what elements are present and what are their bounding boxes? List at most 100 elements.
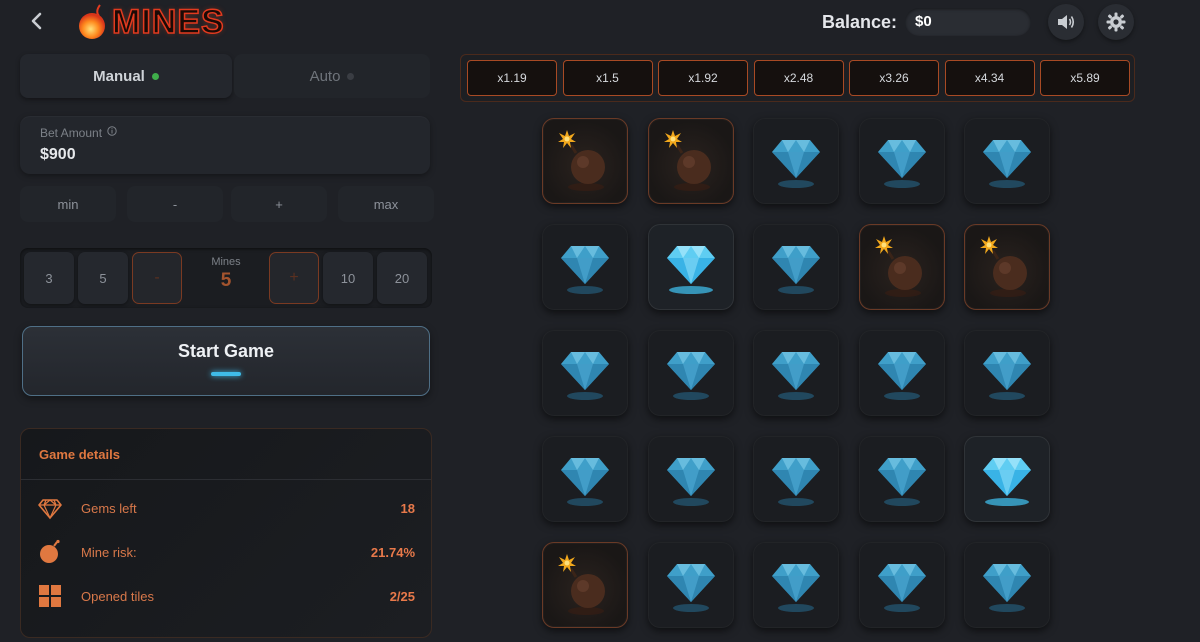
gem-icon [983,458,1031,506]
tab-manual[interactable]: Manual [20,54,232,98]
detail-value: 18 [400,501,415,516]
grid-tile-gem[interactable] [542,330,628,416]
tab-auto-label: Auto [309,67,341,85]
grid-tile-gem[interactable] [858,542,945,628]
bet-amount-field[interactable]: Bet Amount $900 [20,116,430,174]
mines-decrement-button[interactable]: - [132,252,182,304]
grid-tile-gem[interactable] [542,436,628,522]
bet-amount-label-text: Bet Amount [40,126,103,140]
grid-tile-gem[interactable] [964,330,1050,416]
gem-icon [983,140,1031,188]
grid-tile-bomb[interactable] [542,118,628,204]
grid-tile-bomb[interactable] [858,224,945,310]
grid-tile-bomb[interactable] [542,542,628,628]
gem-icon [666,564,715,612]
gem-icon [561,246,609,294]
tab-auto[interactable]: Auto [234,54,430,98]
mines-selector: 3 5 - Mines 5 + 10 20 [20,248,432,308]
bet-min-button[interactable]: min [20,186,116,222]
gem-icon [877,352,926,400]
detail-label: Gems left [81,501,137,516]
multiplier-chip: x1.5 [562,60,653,96]
back-button[interactable] [22,6,52,36]
multiplier-bar: x1.19 x1.5 x1.92 x2.48 x3.26 x4.34 x5.89 [460,54,1135,102]
grid-tile-bomb[interactable] [647,118,734,204]
mines-option-3[interactable]: 3 [24,252,74,304]
mines-option-label: 20 [394,270,410,286]
grid-tile-gem[interactable] [964,542,1050,628]
mines-option-10[interactable]: 10 [323,252,373,304]
multiplier-label: x4.34 [974,71,1005,85]
gem-icon [666,352,715,400]
bet-decrease-label: - [172,196,178,212]
multiplier-chip: x1.19 [467,60,557,96]
detail-value: 21.74% [370,545,415,560]
bomb-icon [663,130,711,191]
grid-tile-gem[interactable] [858,436,945,522]
grid-tile-bomb[interactable] [964,224,1050,310]
bet-amount-value[interactable]: $900 [40,146,76,164]
multiplier-chip: x5.89 [1040,60,1130,96]
multiplier-label: x5.89 [1070,71,1100,85]
gem-icon [772,352,820,400]
multiplier-label: x1.92 [688,71,718,85]
mines-option-label: 10 [340,270,356,286]
gem-icon [561,458,609,506]
grid-tile-gem[interactable] [753,224,839,310]
multiplier-chip: x4.34 [944,60,1035,96]
gem-icon [772,140,820,188]
balance-value: $0 [905,8,1032,36]
gem-icon [983,352,1031,400]
mines-option-20[interactable]: 20 [377,252,427,304]
game-details-title: Game details [39,447,120,462]
gem-icon [877,564,926,612]
start-indicator [211,371,241,376]
grid-tile-gem[interactable] [647,224,734,310]
bomb-icon [40,539,60,563]
active-dot-icon [151,72,159,80]
tab-manual-label: Manual [93,67,145,85]
grid-tile-gem[interactable] [753,118,839,204]
detail-label: Opened tiles [81,589,154,604]
bet-increase-label: + [275,196,283,212]
bet-max-button[interactable]: max [338,186,434,222]
settings-button[interactable] [1098,4,1134,40]
chevron-left-icon [31,12,42,30]
mines-increment-button[interactable]: + [269,252,319,304]
grid-tile-gem[interactable] [964,118,1050,204]
gem-icon [666,458,715,506]
bet-amount-label: Bet Amount [40,126,118,140]
mines-count: Mines 5 [186,256,266,292]
bomb-icon [874,236,922,297]
grid-tile-gem[interactable] [753,542,839,628]
grid-tile-gem[interactable] [964,436,1050,522]
start-game-button[interactable]: Start Game [22,326,430,396]
detail-label: Mine risk: [81,545,137,560]
multiplier-chip: x3.26 [849,60,939,96]
grid-tile-gem[interactable] [858,330,945,416]
inactive-dot-icon [347,72,355,80]
mines-option-label: 3 [45,270,53,286]
multiplier-label: x3.26 [879,71,909,85]
bet-decrease-button[interactable]: - [127,186,223,222]
bet-max-label: max [373,196,399,212]
grid-tile-gem[interactable] [858,118,945,204]
grid-tile-gem[interactable] [647,542,734,628]
logo: MINES [76,2,225,42]
grid-tile-gem[interactable] [753,330,839,416]
mines-option-5[interactable]: 5 [78,252,128,304]
gem-icon [772,564,820,612]
grid-tile-gem[interactable] [647,330,734,416]
multiplier-label: x1.5 [596,71,619,85]
bet-increase-button[interactable]: + [231,186,327,222]
sound-button[interactable] [1048,4,1084,40]
grid-tile-gem[interactable] [647,436,734,522]
detail-row-gems-left: Gems left 18 [21,493,431,523]
grid-tile-gem[interactable] [753,436,839,522]
gem-icon [772,458,820,506]
logo-text: MINES [111,2,225,42]
mines-label: Mines [211,256,241,268]
grid-tile-gem[interactable] [542,224,628,310]
bomb-icon [558,130,605,191]
divider [21,479,431,480]
